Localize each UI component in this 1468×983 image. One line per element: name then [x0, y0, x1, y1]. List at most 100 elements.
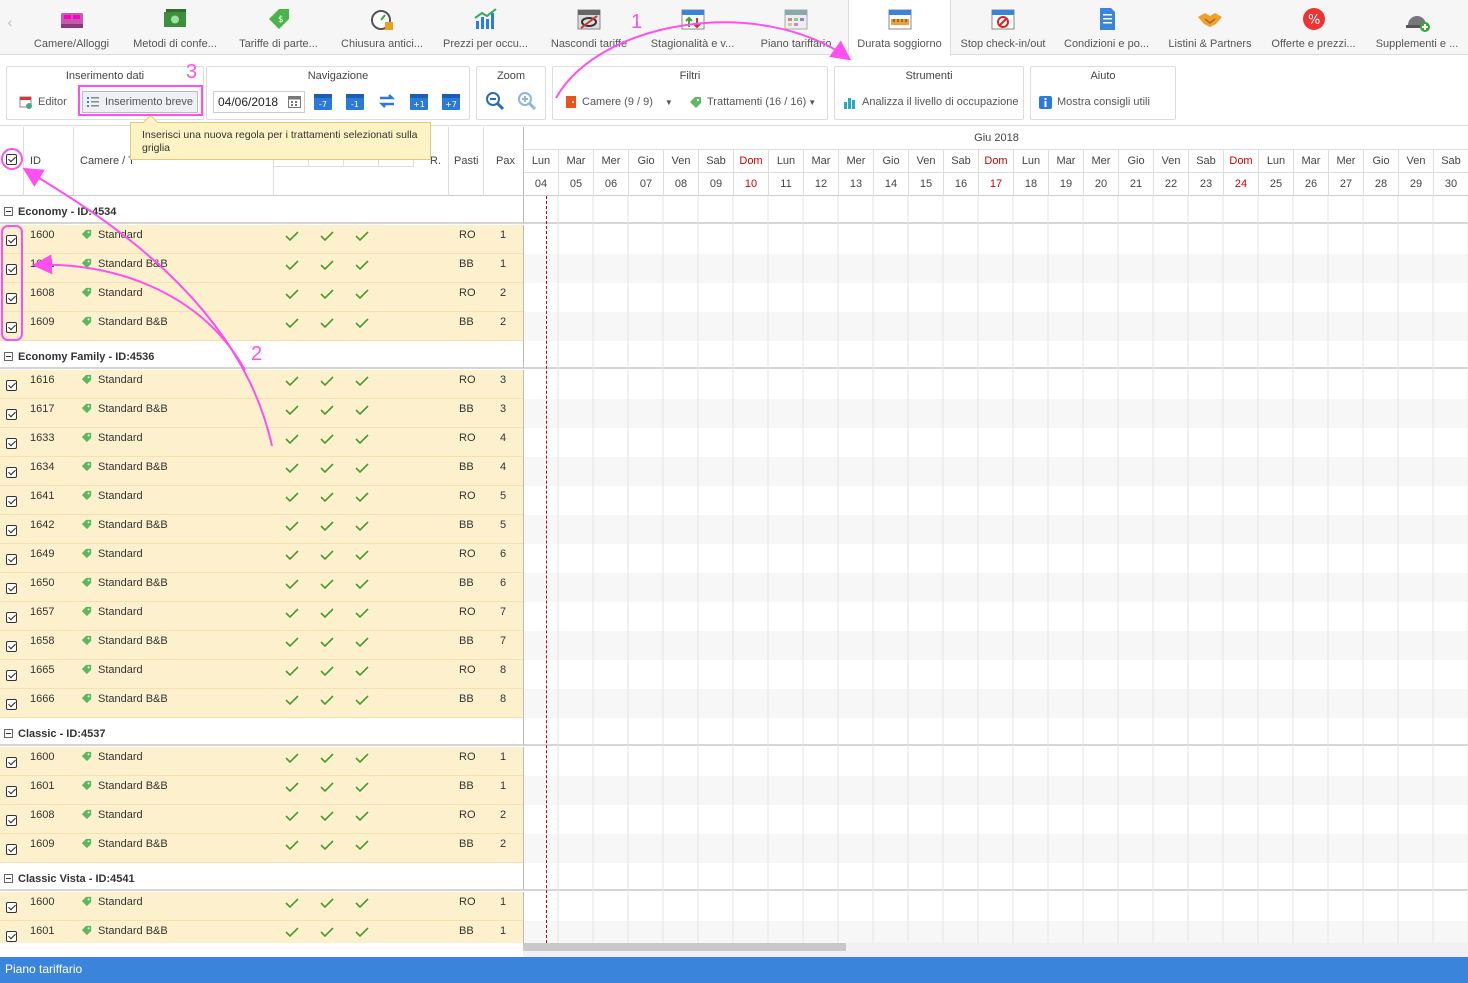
table-row[interactable]: 1616 Standard RO 3	[0, 370, 1468, 399]
collapse-icon[interactable]	[4, 352, 13, 361]
tab-service-bell[interactable]: Supplementi e ...	[1366, 0, 1468, 55]
row-calendar-cells[interactable]	[523, 370, 1468, 399]
select-all-checkbox[interactable]	[6, 154, 17, 165]
tab-stop-calendar[interactable]: Stop check-in/out	[952, 0, 1055, 55]
minus-1-day-icon[interactable]: -1	[345, 91, 365, 111]
row-calendar-cells[interactable]	[523, 428, 1468, 457]
row-checkbox[interactable]	[6, 699, 17, 710]
row-calendar-cells[interactable]	[523, 689, 1468, 718]
table-row[interactable]: 1609 Standard B&B BB 2	[0, 834, 1468, 863]
row-calendar-cells[interactable]	[523, 631, 1468, 660]
row-calendar-cells[interactable]	[523, 457, 1468, 486]
calendar-picker-icon[interactable]	[288, 95, 301, 108]
mostra-consigli-button[interactable]: Mostra consigli utili	[1039, 91, 1150, 113]
table-row[interactable]: 1617 Standard B&B BB 3	[0, 399, 1468, 428]
tab-grid-calendar[interactable]: Piano tariffario	[745, 0, 848, 55]
row-calendar-cells[interactable]	[523, 312, 1468, 341]
tab-handshake[interactable]: Listini & Partners	[1159, 0, 1262, 55]
row-checkbox[interactable]	[6, 815, 17, 826]
tab-percent-badge[interactable]: % Offerte e prezzi...	[1262, 0, 1365, 55]
pasti-column-header[interactable]: Pasti	[449, 127, 484, 196]
row-checkbox[interactable]	[6, 786, 17, 797]
table-row[interactable]: 1641 Standard RO 5	[0, 486, 1468, 515]
table-row[interactable]: 1608 Standard RO 2	[0, 805, 1468, 834]
trattamenti-filter-dropdown[interactable]: Trattamenti (16 / 16) ▼	[689, 91, 816, 113]
tab-ruler-calendar[interactable]: Durata soggiorno	[848, 0, 951, 56]
row-calendar-cells[interactable]	[523, 544, 1468, 573]
zoom-out-icon[interactable]	[485, 91, 505, 111]
table-row[interactable]: 1665 Standard RO 8	[0, 660, 1468, 689]
editor-button[interactable]: Editor	[19, 91, 67, 113]
tab-stopwatch[interactable]: Chiusura antici...	[331, 0, 434, 55]
table-row[interactable]: 1649 Standard RO 6	[0, 544, 1468, 573]
id-column-header[interactable]: ID	[24, 127, 74, 196]
row-checkbox[interactable]	[6, 409, 17, 420]
row-calendar-cells[interactable]	[523, 602, 1468, 631]
row-checkbox[interactable]	[6, 554, 17, 565]
plus-7-days-icon[interactable]: +7	[441, 91, 461, 111]
row-checkbox[interactable]	[6, 612, 17, 623]
table-row[interactable]: 1666 Standard B&B BB 8	[0, 689, 1468, 718]
row-checkbox[interactable]	[6, 670, 17, 681]
row-calendar-cells[interactable]	[523, 254, 1468, 283]
row-calendar-cells[interactable]	[523, 660, 1468, 689]
inserimento-breve-button[interactable]: Inserimento breve	[82, 91, 198, 113]
scrollbar-thumb[interactable]	[523, 943, 846, 951]
row-calendar-cells[interactable]	[523, 747, 1468, 776]
row-calendar-cells[interactable]	[523, 776, 1468, 805]
row-checkbox[interactable]	[6, 467, 17, 478]
tab-season-calendar[interactable]: Stagionalità e v...	[641, 0, 744, 55]
tab-bed[interactable]: Camere/Alloggi	[20, 0, 123, 55]
row-checkbox[interactable]	[6, 235, 17, 246]
table-row[interactable]: 1642 Standard B&B BB 5	[0, 515, 1468, 544]
table-row[interactable]: 1600 Standard RO 1	[0, 892, 1468, 921]
row-checkbox[interactable]	[6, 293, 17, 304]
row-calendar-cells[interactable]	[523, 921, 1468, 943]
row-calendar-cells[interactable]	[523, 225, 1468, 254]
row-checkbox[interactable]	[6, 525, 17, 536]
table-row[interactable]: 1608 Standard RO 2	[0, 283, 1468, 312]
row-calendar-cells[interactable]	[523, 834, 1468, 863]
camere-filter-dropdown[interactable]: Camere (9 / 9) ▼	[565, 91, 673, 113]
row-calendar-cells[interactable]	[523, 573, 1468, 602]
row-checkbox[interactable]	[6, 931, 17, 942]
table-row[interactable]: 1600 Standard RO 1	[0, 225, 1468, 254]
row-checkbox[interactable]	[6, 844, 17, 855]
minus-7-days-icon[interactable]: -7	[313, 91, 333, 111]
table-row[interactable]: 1657 Standard RO 7	[0, 602, 1468, 631]
date-input[interactable]: 04/06/2018	[213, 91, 305, 113]
tab-price-tag[interactable]: $ Tariffe di parte...	[227, 0, 330, 55]
analizza-occupazione-button[interactable]: Analizza il livello di occupazione	[843, 91, 1019, 113]
row-checkbox[interactable]	[6, 264, 17, 275]
table-row[interactable]: 1658 Standard B&B BB 7	[0, 631, 1468, 660]
table-row[interactable]: 1633 Standard RO 4	[0, 428, 1468, 457]
tab-document[interactable]: Condizioni e po...	[1055, 0, 1158, 55]
row-checkbox[interactable]	[6, 757, 17, 768]
table-row[interactable]: 1650 Standard B&B BB 6	[0, 573, 1468, 602]
row-calendar-cells[interactable]	[523, 515, 1468, 544]
scroll-left-icon[interactable]: ‹	[0, 14, 20, 30]
table-row[interactable]: 1634 Standard B&B BB 4	[0, 457, 1468, 486]
table-row[interactable]: 1601 Standard B&B BB 1	[0, 776, 1468, 805]
table-row[interactable]: 1609 Standard B&B BB 2	[0, 312, 1468, 341]
row-calendar-cells[interactable]	[523, 283, 1468, 312]
swap-icon[interactable]	[377, 91, 397, 111]
row-checkbox[interactable]	[6, 902, 17, 913]
table-row[interactable]: 1601 Standard B&B BB 1	[0, 254, 1468, 283]
collapse-icon[interactable]	[4, 729, 13, 738]
row-checkbox[interactable]	[6, 583, 17, 594]
table-row[interactable]: 1600 Standard RO 1	[0, 747, 1468, 776]
table-row[interactable]: 1601 Standard B&B BB 1	[0, 921, 1468, 943]
row-checkbox[interactable]	[6, 322, 17, 333]
row-checkbox[interactable]	[6, 380, 17, 391]
tab-bar-chart[interactable]: Prezzi per occu...	[434, 0, 537, 55]
zoom-in-icon[interactable]	[517, 91, 537, 111]
collapse-icon[interactable]	[4, 207, 13, 216]
row-checkbox[interactable]	[6, 496, 17, 507]
row-checkbox[interactable]	[6, 438, 17, 449]
tab-money[interactable]: Metodi di confe...	[124, 0, 227, 55]
row-calendar-cells[interactable]	[523, 486, 1468, 515]
collapse-icon[interactable]	[4, 874, 13, 883]
row-calendar-cells[interactable]	[523, 892, 1468, 921]
row-checkbox[interactable]	[6, 641, 17, 652]
